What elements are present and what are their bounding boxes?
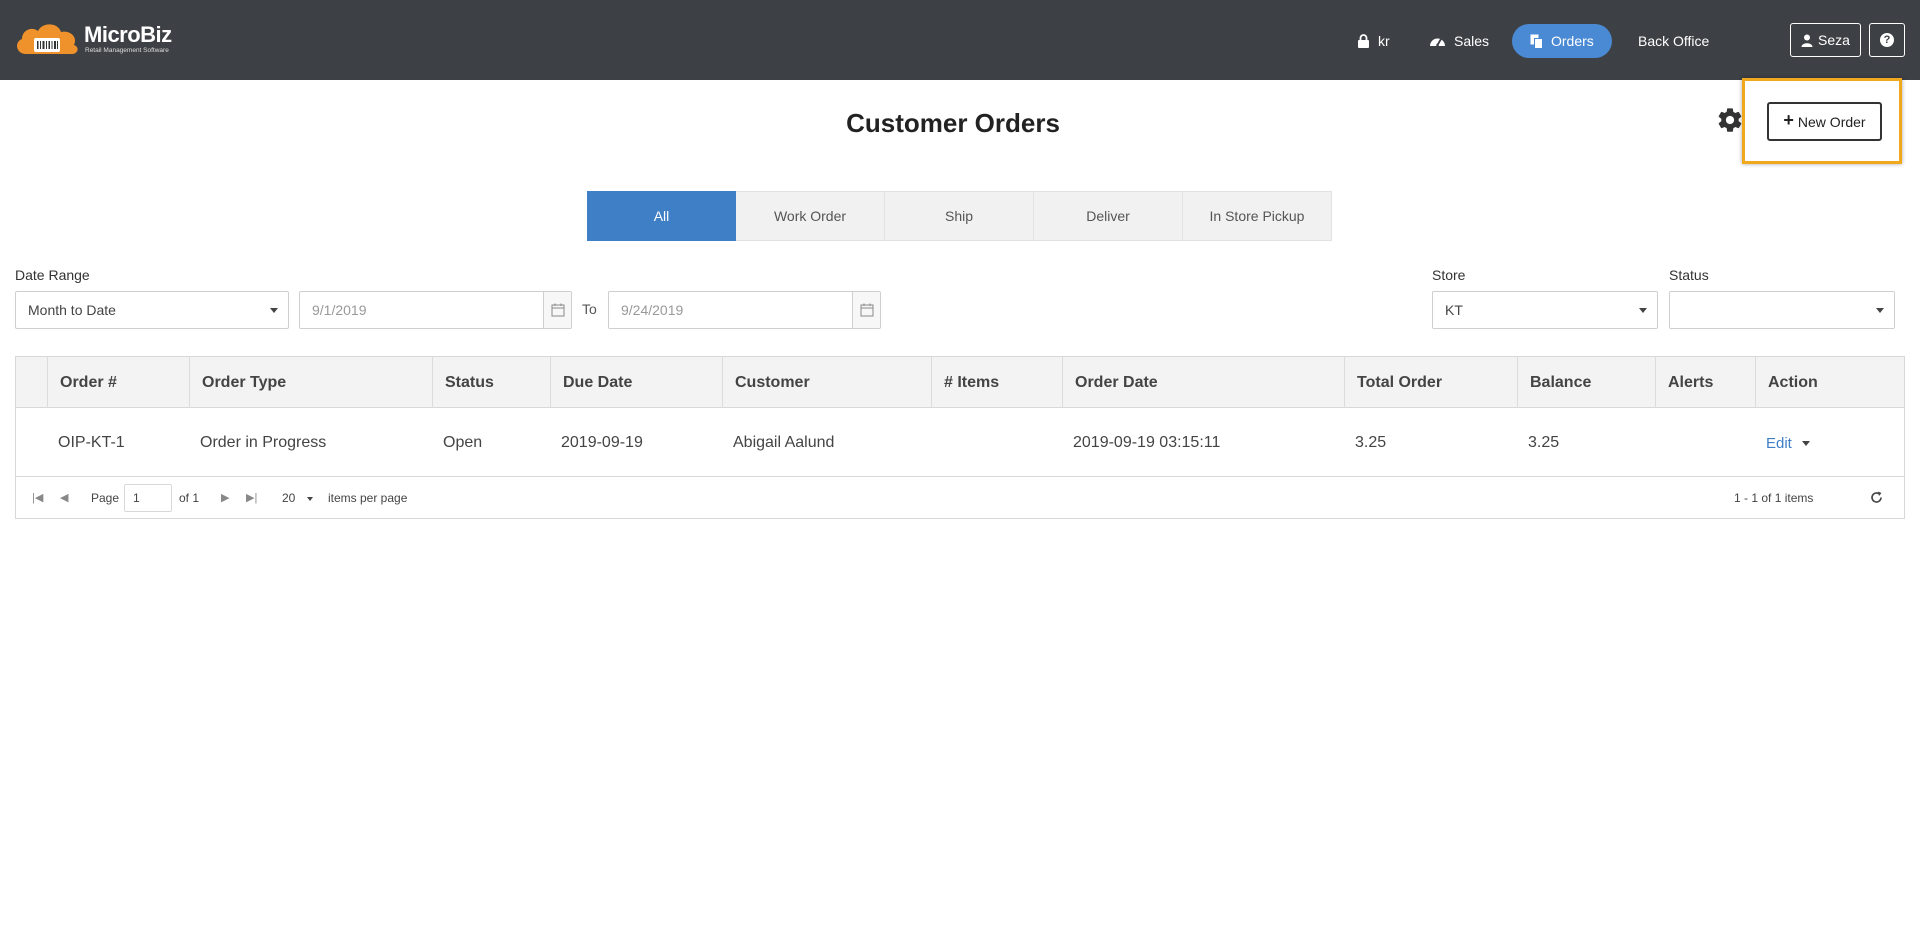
page-title: Customer Orders — [846, 108, 1060, 138]
column-order-type[interactable]: Order Type — [189, 357, 432, 408]
column-action[interactable]: Action — [1755, 357, 1904, 408]
cell-balance: 3.25 — [1528, 434, 1560, 451]
column-order-date[interactable]: Order Date — [1062, 357, 1344, 408]
tab-work-order[interactable]: Work Order — [736, 191, 885, 241]
top-navbar: MicroBiz Retail Management Software kr S… — [0, 0, 1920, 80]
cell-total-order: 3.25 — [1355, 434, 1387, 451]
orders-label: Orders — [1551, 33, 1594, 49]
plus-icon: + — [1783, 110, 1794, 130]
column-items[interactable]: # Items — [931, 357, 1062, 408]
cell-order-no: OIP-KT-1 — [58, 434, 125, 451]
next-page-icon[interactable]: ▶ — [221, 491, 229, 504]
new-order-label: New Order — [1797, 113, 1866, 130]
tab-all[interactable]: All — [587, 191, 736, 241]
dashboard-icon — [1430, 38, 1445, 47]
chevron-down-icon[interactable] — [1801, 440, 1810, 446]
page-label: Page — [91, 491, 120, 505]
nav-sales[interactable]: Sales — [1429, 24, 1489, 58]
to-label: To — [582, 301, 597, 317]
tab-ship[interactable]: Ship — [885, 191, 1034, 241]
date-range-value: Month to Date — [28, 302, 116, 318]
store-select[interactable]: KT — [1432, 291, 1658, 329]
from-date-input[interactable]: 9/1/2019 — [299, 291, 572, 329]
cell-items — [931, 409, 942, 477]
column-status[interactable]: Status — [432, 357, 550, 408]
column-balance[interactable]: Balance — [1517, 357, 1655, 408]
register-lock[interactable]: kr — [1357, 24, 1390, 58]
cloud-logo-icon — [17, 24, 78, 54]
status-label: Status — [1669, 267, 1709, 283]
per-page-value: 20 — [282, 491, 296, 505]
edit-link[interactable]: Edit — [1766, 435, 1792, 452]
refresh-icon[interactable] — [1869, 490, 1884, 505]
gear-icon[interactable] — [1716, 106, 1744, 134]
per-page-select[interactable]: 20 — [282, 491, 313, 505]
column-customer[interactable]: Customer — [722, 357, 931, 408]
tab-deliver[interactable]: Deliver — [1034, 191, 1183, 241]
nav-orders[interactable]: Orders — [1512, 24, 1612, 58]
cell-alerts — [1655, 409, 1666, 477]
help-button[interactable]: ? — [1869, 23, 1905, 57]
chevron-down-icon — [1876, 308, 1884, 313]
table-row[interactable]: OIP-KT-1 Order in Progress Open 2019-09-… — [16, 409, 1904, 477]
grid-header: Order # Order Type Status Due Date Custo… — [16, 357, 1904, 408]
from-date-value: 9/1/2019 — [312, 302, 367, 318]
cell-action: Edit — [1755, 409, 1810, 477]
brand-tagline: Retail Management Software — [85, 47, 169, 54]
cell-due-date: 2019-09-19 — [561, 434, 643, 451]
column-due-date[interactable]: Due Date — [550, 357, 722, 408]
help-icon: ? — [1880, 33, 1894, 47]
lock-label: kr — [1378, 33, 1390, 49]
tab-in-store-pickup[interactable]: In Store Pickup — [1183, 191, 1332, 241]
chevron-down-icon — [1639, 308, 1647, 313]
page-count-label: of 1 — [179, 491, 200, 505]
calendar-icon[interactable] — [852, 292, 880, 328]
sales-label: Sales — [1454, 33, 1490, 49]
lock-icon — [1358, 34, 1369, 48]
chevron-down-icon — [270, 308, 278, 313]
user-label: Seza — [1818, 32, 1850, 48]
to-date-input[interactable]: 9/24/2019 — [608, 291, 881, 329]
store-label: Store — [1432, 267, 1466, 283]
nav-back-office[interactable]: Back Office — [1638, 24, 1709, 58]
orders-grid: Order # Order Type Status Due Date Custo… — [15, 356, 1905, 519]
date-range-label: Date Range — [15, 267, 90, 283]
chevron-down-icon — [306, 496, 313, 501]
new-order-button[interactable]: + New Order — [1767, 102, 1882, 141]
order-type-tabs: All Work Order Ship Deliver In Store Pic… — [587, 191, 1332, 241]
user-menu-button[interactable]: Seza — [1790, 23, 1861, 57]
pager-summary: 1 - 1 of 1 items — [1734, 491, 1814, 505]
cell-customer: Abigail Aalund — [733, 434, 835, 451]
date-range-select[interactable]: Month to Date — [15, 291, 289, 329]
calendar-icon[interactable] — [543, 292, 571, 328]
cell-order-date: 2019-09-19 03:15:11 — [1073, 434, 1221, 451]
copy-icon — [1530, 34, 1543, 49]
column-total-order[interactable]: Total Order — [1344, 357, 1517, 408]
per-page-label: items per page — [328, 491, 408, 505]
back-office-label: Back Office — [1638, 33, 1710, 49]
brand-name: MicroBiz — [84, 22, 172, 47]
column-alerts[interactable]: Alerts — [1655, 357, 1755, 408]
page-number-input[interactable]: 1 — [124, 484, 172, 512]
grid-pager: |◀ ◀ Page 1 of 1 ▶ ▶| 20 items per page … — [16, 478, 1904, 518]
last-page-icon[interactable]: ▶| — [246, 491, 257, 504]
previous-page-icon[interactable]: ◀ — [60, 491, 68, 504]
store-value: KT — [1445, 302, 1463, 318]
to-date-value: 9/24/2019 — [621, 302, 684, 318]
cell-order-type: Order in Progress — [200, 434, 327, 451]
user-icon — [1801, 34, 1813, 47]
cell-status: Open — [443, 434, 483, 451]
status-select[interactable] — [1669, 291, 1895, 329]
column-order-no[interactable]: Order # — [47, 357, 189, 408]
first-page-icon[interactable]: |◀ — [32, 491, 43, 504]
